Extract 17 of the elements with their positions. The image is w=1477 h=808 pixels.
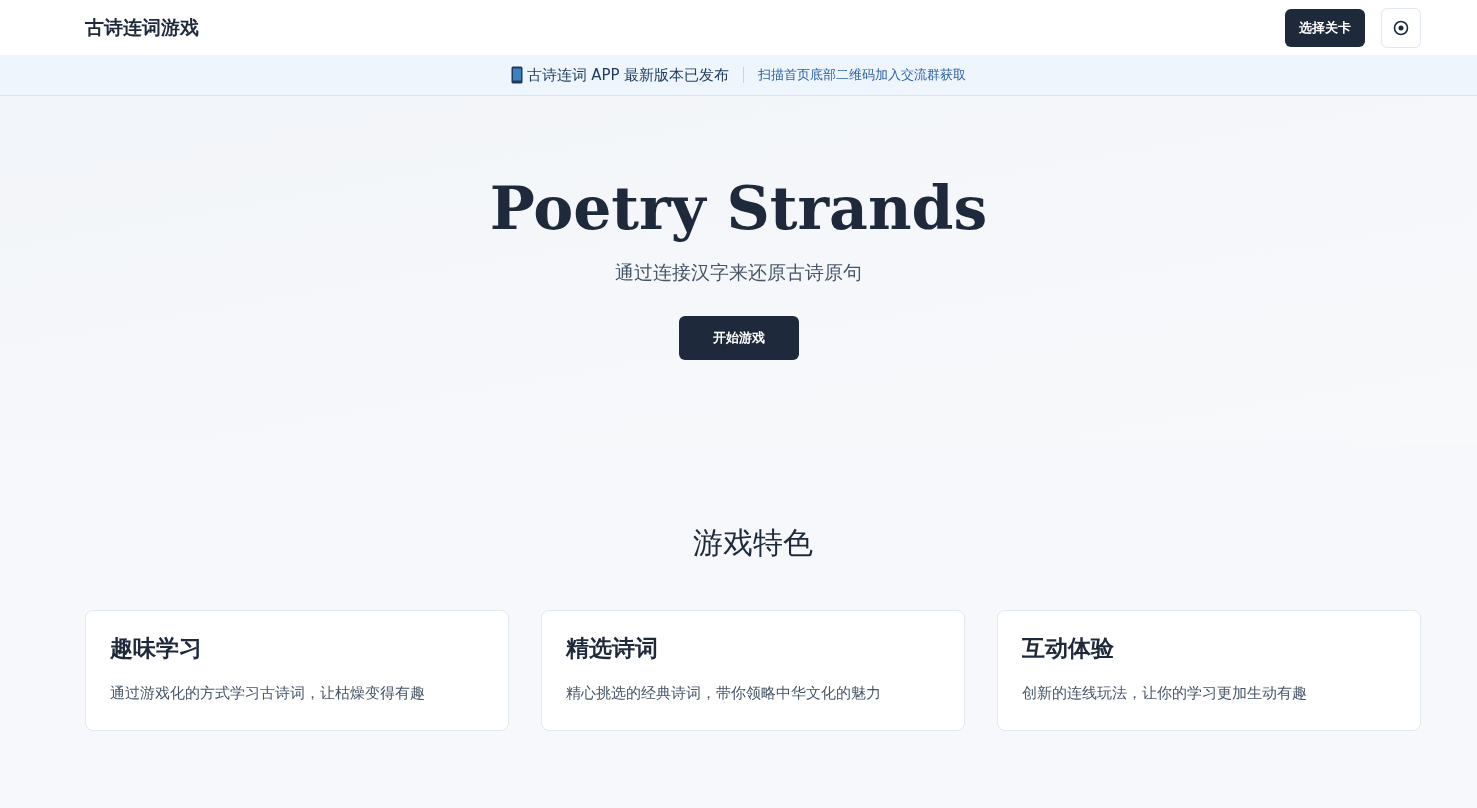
level-select-button[interactable]: 选择关卡 <box>1285 8 1365 47</box>
card-title: 互动体验 <box>1022 634 1115 663</box>
card-description: 创新的连线玩法，让你的学习更加生动有趣 <box>1022 684 1308 703</box>
start-game-button[interactable]: 开始游戏 <box>678 316 799 360</box>
card-description: 通过游戏化的方式学习古诗词，让枯燥变得有趣 <box>110 684 426 703</box>
phone-icon <box>510 66 523 84</box>
circle-icon <box>1393 19 1409 36</box>
join-group-link[interactable]: 扫描首页底部二维码加入交流群获取 <box>758 66 967 84</box>
hero-subtitle: 通过连接汉字来还原古诗原句 <box>615 260 862 285</box>
card-title: 趣味学习 <box>110 634 203 663</box>
section-heading: 游戏特色 <box>692 524 814 562</box>
theme-button[interactable] <box>1381 7 1421 48</box>
site-logo[interactable]: 古诗连词游戏 <box>85 14 199 41</box>
announcement-text: 古诗连词 APP 最新版本已发布 <box>526 65 730 85</box>
card-title: 精选诗词 <box>566 634 659 663</box>
card-description: 精心挑选的经典诗词，带你领略中华文化的魅力 <box>566 684 882 703</box>
hero-title: Poetry Strands <box>489 172 988 244</box>
